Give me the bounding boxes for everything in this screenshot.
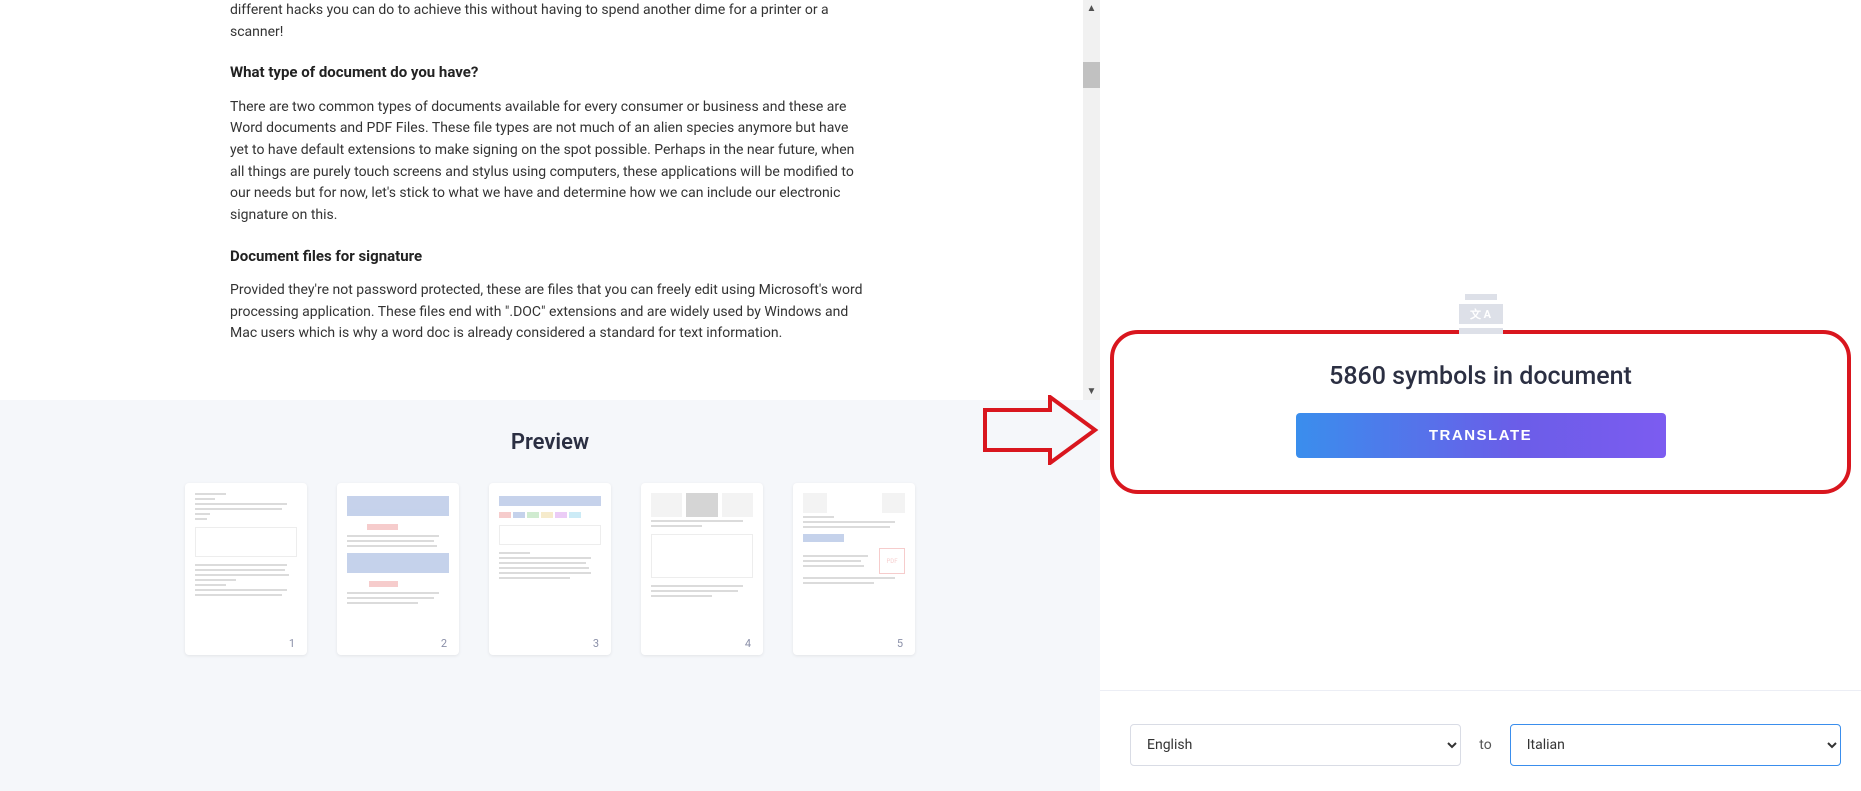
- scroll-up-arrow-icon[interactable]: ▲: [1083, 0, 1100, 17]
- thumbnail-page-1[interactable]: 1: [185, 483, 307, 655]
- page-number: 1: [285, 636, 299, 651]
- document-heading-signature: Document files for signature: [230, 245, 870, 268]
- translate-card: 文 A 5860 symbols in document TRANSLATE: [1110, 330, 1851, 494]
- source-language-select[interactable]: English: [1130, 724, 1461, 766]
- translate-icon: 文 A: [1459, 294, 1503, 338]
- symbols-count: 5860 symbols in document: [1156, 362, 1805, 391]
- page-number: 5: [893, 636, 907, 651]
- thumbnail-page-3[interactable]: 3: [489, 483, 611, 655]
- thumbnail-page-4[interactable]: 4: [641, 483, 763, 655]
- divider: [1100, 690, 1861, 691]
- main-layout: different hacks you can do to achieve th…: [0, 0, 1861, 791]
- document-para-types: There are two common types of documents …: [230, 97, 870, 227]
- left-panel: different hacks you can do to achieve th…: [0, 0, 1100, 791]
- to-label: to: [1479, 737, 1491, 753]
- page-number: 3: [589, 636, 603, 651]
- document-viewer: different hacks you can do to achieve th…: [0, 0, 1100, 400]
- scrollbar-track[interactable]: ▲ ▼: [1083, 0, 1100, 400]
- page-number: 2: [437, 636, 451, 651]
- document-para-signature: Provided they're not password protected,…: [230, 280, 870, 345]
- thumbnail-row: 1: [0, 483, 1100, 655]
- document-heading-type: What type of document do you have?: [230, 61, 870, 84]
- document-intro: different hacks you can do to achieve th…: [230, 0, 870, 43]
- page-number: 4: [741, 636, 755, 651]
- target-language-select[interactable]: Italian: [1510, 724, 1841, 766]
- scrollbar-thumb[interactable]: [1083, 62, 1100, 88]
- thumbnail-page-5[interactable]: PDF 5: [793, 483, 915, 655]
- preview-section: Preview: [0, 400, 1100, 791]
- preview-title: Preview: [0, 430, 1100, 455]
- thumbnail-page-2[interactable]: 2: [337, 483, 459, 655]
- arrow-annotation-icon: [980, 395, 1100, 465]
- document-body: different hacks you can do to achieve th…: [0, 0, 1100, 400]
- language-selector-row: English to Italian: [1130, 724, 1841, 766]
- right-panel: 文 A 5860 symbols in document TRANSLATE E…: [1100, 0, 1861, 791]
- translate-button[interactable]: TRANSLATE: [1296, 413, 1666, 458]
